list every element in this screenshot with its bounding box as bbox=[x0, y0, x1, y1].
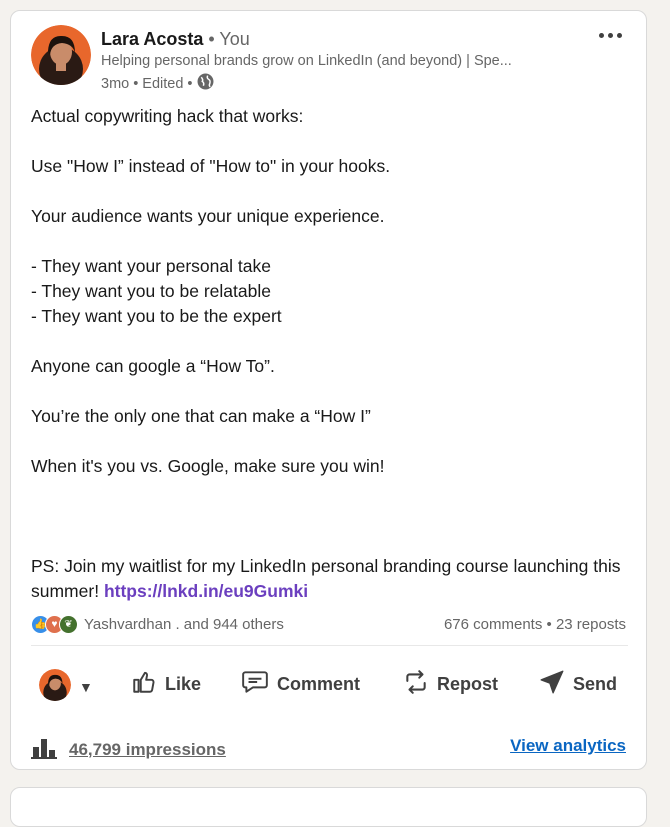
author-name[interactable]: Lara Acosta bbox=[101, 29, 203, 49]
reactions-summary[interactable]: 👍 ♥ ❦ Yashvardhan . and 944 others bbox=[31, 615, 284, 634]
post-line: Your audience wants your unique experien… bbox=[31, 206, 385, 226]
author-avatar[interactable] bbox=[31, 25, 91, 85]
post-meta: 3mo • Edited • bbox=[101, 73, 214, 94]
like-button[interactable]: Like bbox=[131, 659, 201, 709]
send-button[interactable]: Send bbox=[539, 659, 617, 709]
post-line: You’re the only one that can make a “How… bbox=[31, 406, 371, 426]
action-bar: Like Comment Repost Send bbox=[11, 659, 648, 709]
reposts-count[interactable]: 23 reposts bbox=[556, 616, 626, 633]
repost-icon bbox=[403, 669, 429, 700]
divider bbox=[31, 645, 628, 646]
globe-icon bbox=[197, 73, 214, 94]
post-link[interactable]: https://lnkd.in/eu9Gumki bbox=[104, 581, 308, 601]
repost-button[interactable]: Repost bbox=[403, 659, 498, 709]
thumbs-up-icon bbox=[131, 669, 157, 700]
post-bullets: - They want your personal take - They wa… bbox=[31, 256, 282, 326]
impressions-row[interactable]: 46,799 impressions bbox=[31, 735, 226, 764]
post-body: Actual copywriting hack that works: Use … bbox=[31, 104, 631, 604]
post-time: 3mo bbox=[101, 75, 130, 92]
repost-label: Repost bbox=[437, 673, 499, 694]
comment-icon bbox=[241, 669, 269, 700]
engagement-stats: 676 comments • 23 reposts bbox=[443, 616, 626, 633]
post-card: Lara Acosta • You Helping personal brand… bbox=[10, 10, 647, 770]
impressions-link[interactable]: 46,799 impressions bbox=[69, 740, 226, 760]
bar-chart-icon bbox=[31, 735, 59, 764]
next-post-card bbox=[10, 787, 647, 827]
more-options-icon[interactable] bbox=[596, 29, 626, 43]
author-headline: Helping personal brands grow on LinkedIn… bbox=[101, 53, 512, 69]
author-name-row: Lara Acosta • You bbox=[101, 29, 250, 49]
like-label: Like bbox=[165, 673, 202, 694]
support-reaction-icon: ❦ bbox=[59, 615, 78, 634]
post-line: Anyone can google a “How To”. bbox=[31, 356, 275, 376]
reactors-text[interactable]: Yashvardhan . and 944 others bbox=[84, 616, 284, 633]
comments-count[interactable]: 676 comments bbox=[444, 616, 542, 633]
send-icon bbox=[539, 669, 565, 700]
author-relation: You bbox=[219, 29, 250, 49]
reaction-icons: 👍 ♥ ❦ bbox=[31, 615, 78, 634]
post-line: Actual copywriting hack that works: bbox=[31, 106, 304, 126]
send-label: Send bbox=[573, 673, 618, 694]
comment-label: Comment bbox=[277, 673, 361, 694]
post-line: When it's you vs. Google, make sure you … bbox=[31, 456, 385, 476]
edited-label: Edited bbox=[142, 75, 184, 92]
post-line: Use "How I” instead of "How to" in your … bbox=[31, 156, 391, 176]
post-ps: PS: Join my waitlist for my LinkedIn per… bbox=[31, 556, 621, 601]
view-analytics-link[interactable]: View analytics bbox=[510, 736, 626, 756]
comment-button[interactable]: Comment bbox=[241, 659, 360, 709]
